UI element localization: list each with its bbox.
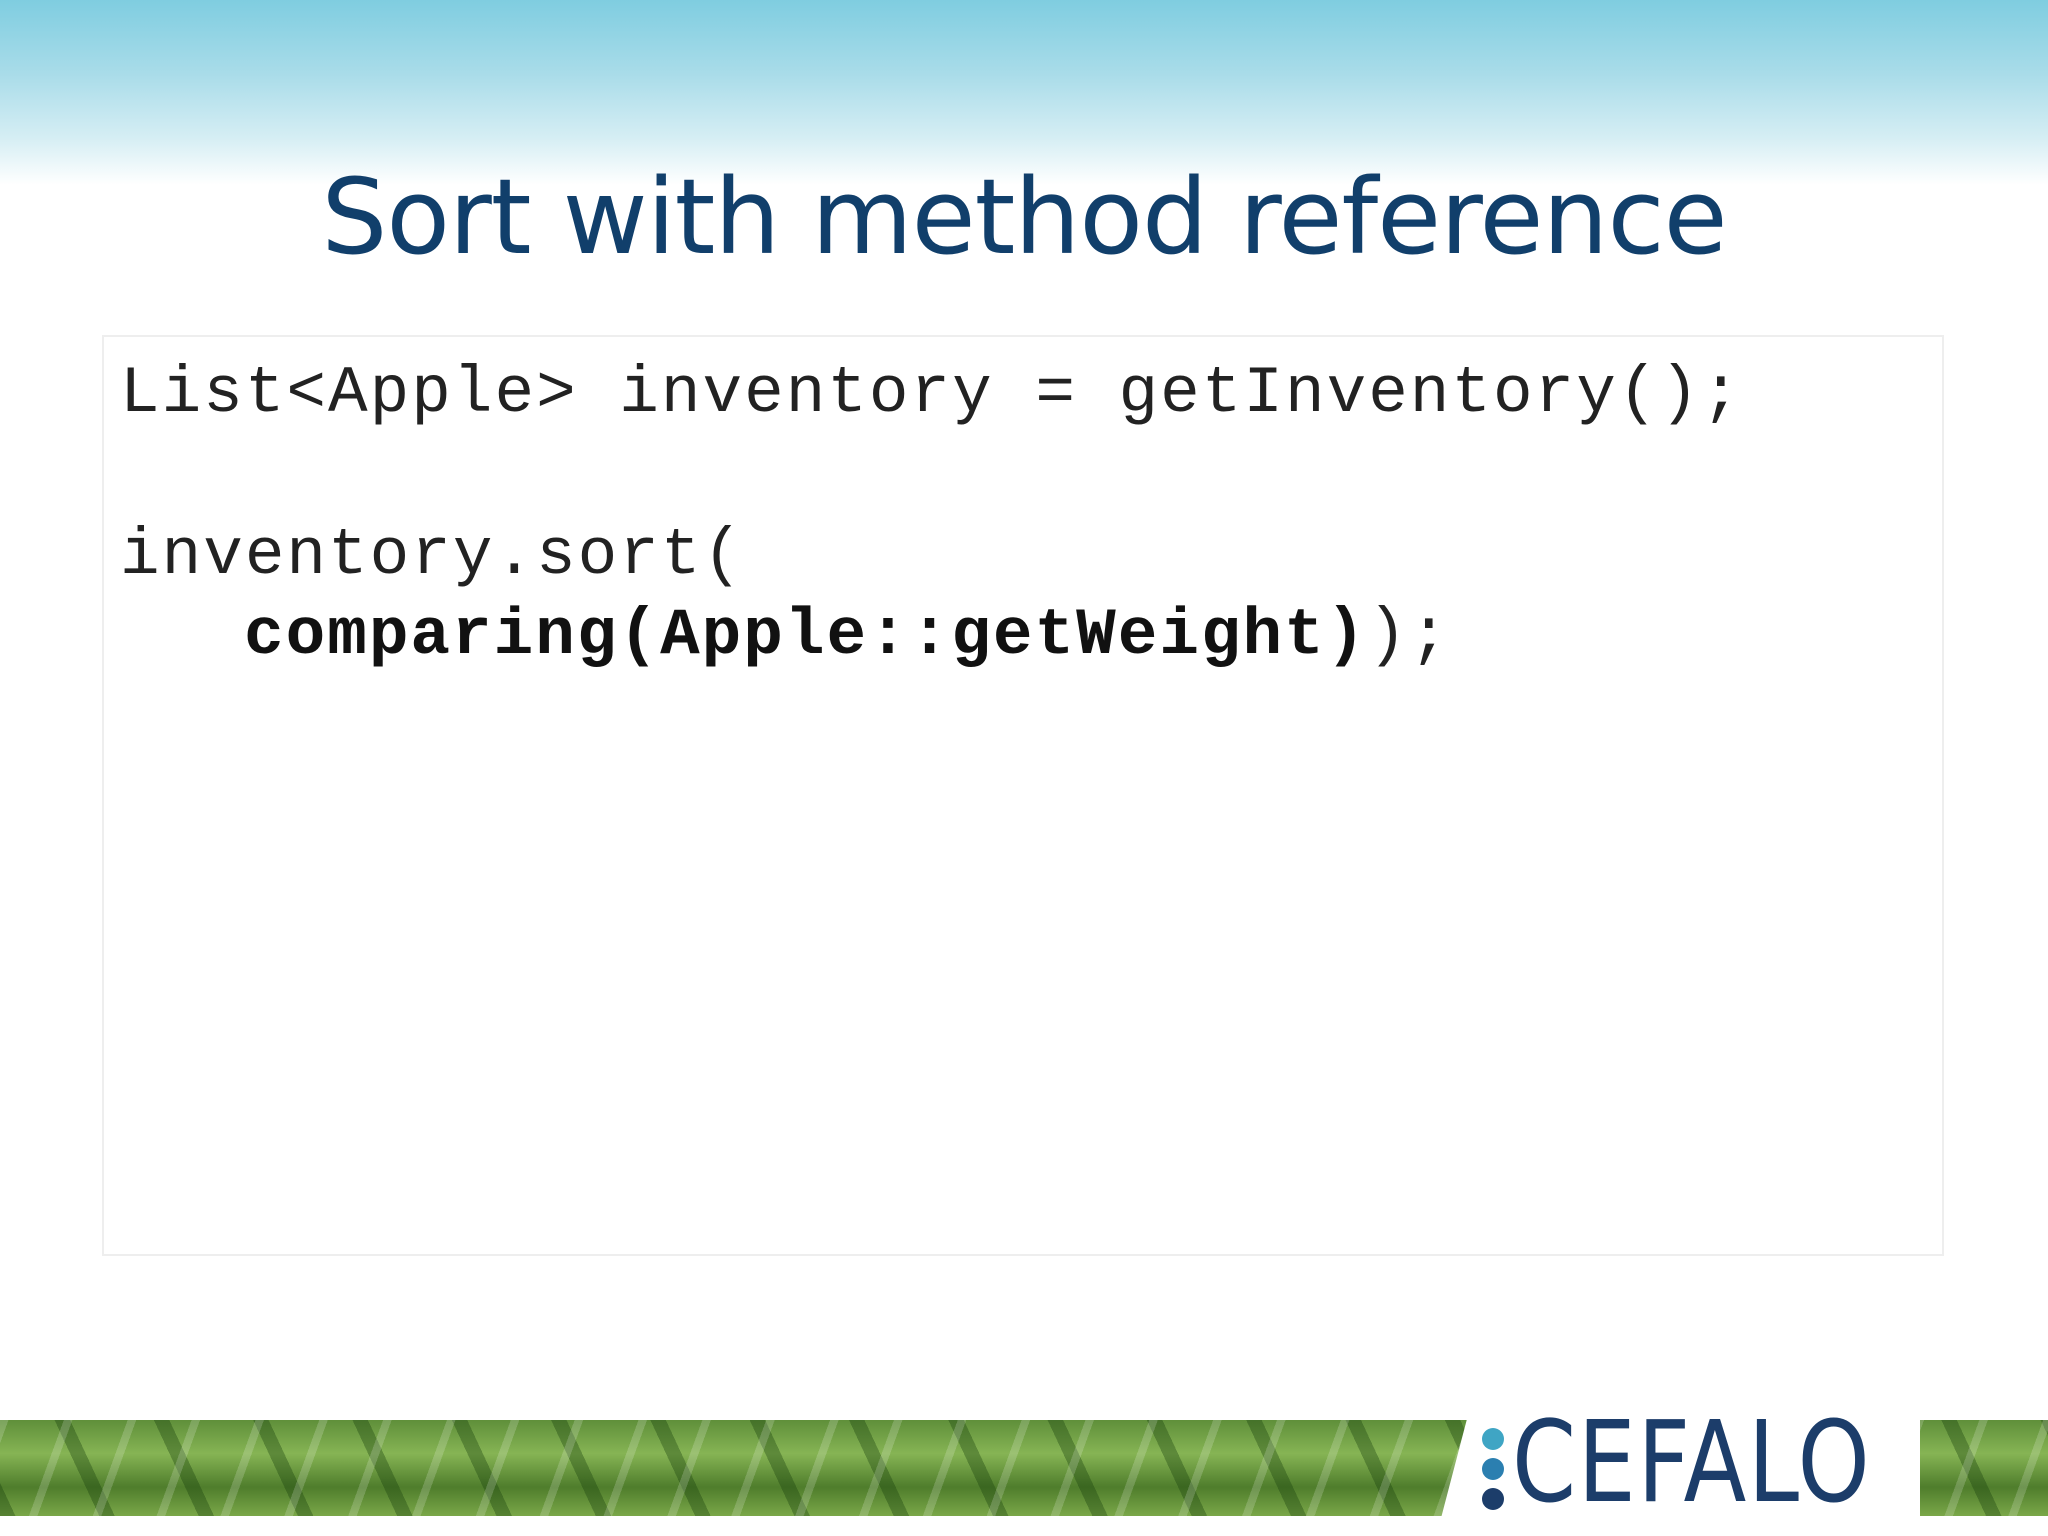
slide-title: Sort with method reference <box>321 156 1727 278</box>
code-line-3-rest: ); <box>1367 598 1451 673</box>
code-line-2: inventory.sort( <box>120 518 745 593</box>
logo-dots-icon <box>1482 1428 1504 1512</box>
company-logo: CEFALO <box>1512 1398 1872 1528</box>
logo-dot <box>1482 1428 1504 1450</box>
code-line-3: comparing(Apple::getWeight)); <box>244 598 1451 673</box>
code-panel <box>102 335 1944 1256</box>
code-line-3-bold: comparing(Apple::getWeight) <box>244 598 1368 673</box>
logo-dot <box>1482 1488 1504 1510</box>
logo-dot <box>1482 1458 1504 1480</box>
code-line-1: List<Apple> inventory = getInventory(); <box>120 356 1743 431</box>
